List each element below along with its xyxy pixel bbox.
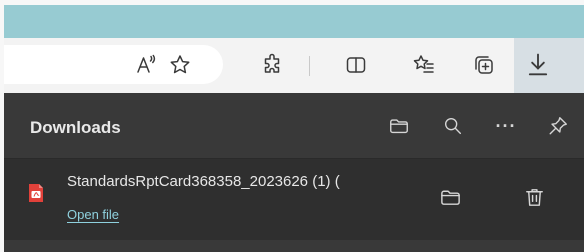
title-bar[interactable] [4,5,584,38]
open-file-link[interactable]: Open file [67,207,119,222]
screen-frame: Downloads ··· StandardsRptCard368358_202… [0,0,584,252]
extensions-puzzle-icon[interactable] [258,51,286,79]
delete-button[interactable] [518,181,550,213]
pdf-icon [29,184,43,202]
more-options-icon[interactable]: ··· [491,111,521,141]
split-screen-icon[interactable] [342,51,370,79]
downloads-button[interactable] [514,38,584,93]
delete-icon [525,188,543,206]
show-in-folder-icon [440,190,460,205]
download-item[interactable]: StandardsRptCard368358_2023626 (1) ( Ope… [4,159,584,240]
browser-window: Downloads ··· StandardsRptCard368358_202… [4,5,584,252]
download-file-name[interactable]: StandardsRptCard368358_2023626 (1) ( [67,173,425,195]
browser-toolbar [4,38,584,93]
open-folder-icon[interactable] [384,111,414,141]
panel-bottom [4,240,584,252]
downloads-icon [528,53,548,76]
favorite-star-icon[interactable] [166,51,194,79]
toolbar-separator [309,56,310,76]
panel-title: Downloads [30,118,121,137]
collections-icon[interactable] [470,51,498,79]
favorites-list-icon[interactable] [410,51,438,79]
downloads-panel: Downloads ··· StandardsRptCard368358_202… [4,93,584,252]
show-in-folder-button[interactable] [434,181,466,213]
pin-icon[interactable] [543,111,573,141]
read-aloud-icon[interactable] [132,51,160,79]
search-icon[interactable] [438,111,468,141]
